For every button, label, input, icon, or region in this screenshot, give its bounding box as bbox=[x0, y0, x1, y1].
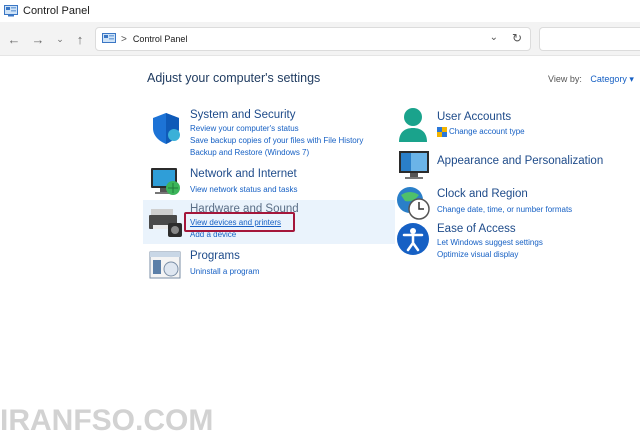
view-by: View by: Category ▾ bbox=[548, 74, 634, 85]
shield-icon bbox=[437, 127, 447, 137]
programs-icon bbox=[149, 251, 181, 279]
chevron-down-icon: ⌄ bbox=[56, 33, 64, 44]
category-system-and-security: System and Security Review your computer… bbox=[190, 109, 363, 159]
category-programs: Programs Uninstall a program bbox=[190, 250, 259, 278]
recent-locations-button[interactable]: ⌄ bbox=[52, 31, 68, 47]
category-appearance: Appearance and Personalization bbox=[437, 155, 603, 167]
search-input[interactable] bbox=[539, 27, 640, 51]
network-and-internet-link[interactable]: Network and Internet bbox=[190, 168, 297, 180]
title-bar: Control Panel bbox=[0, 0, 640, 22]
page-title: Adjust your computer's settings bbox=[147, 71, 321, 85]
chevron-down-icon: ▾ bbox=[629, 74, 634, 84]
refresh-icon[interactable]: ↻ bbox=[512, 31, 522, 45]
suggest-settings-link[interactable]: Let Windows suggest settings bbox=[437, 237, 543, 249]
window-title: Control Panel bbox=[23, 5, 90, 17]
up-button[interactable]: ↑ bbox=[72, 31, 88, 47]
backup-restore-link[interactable]: Backup and Restore (Windows 7) bbox=[190, 147, 363, 159]
network-status-link[interactable]: View network status and tasks bbox=[190, 184, 297, 196]
shield-icon bbox=[153, 113, 180, 144]
file-history-link[interactable]: Save backup copies of your files with Fi… bbox=[190, 135, 363, 147]
navigation-bar: ← → ⌄ ↑ > Control Panel ⌄ ↻ bbox=[0, 22, 640, 56]
ease-of-access-link[interactable]: Ease of Access bbox=[437, 223, 543, 235]
user-accounts-link[interactable]: User Accounts bbox=[437, 111, 525, 123]
arrow-up-icon: ↑ bbox=[76, 31, 84, 47]
arrow-right-icon: → bbox=[31, 31, 45, 47]
highlight-box bbox=[184, 212, 295, 232]
category-ease-of-access: Ease of Access Let Windows suggest setti… bbox=[437, 223, 543, 261]
optimize-display-link[interactable]: Optimize visual display bbox=[437, 249, 543, 261]
appearance-icon bbox=[399, 151, 429, 179]
breadcrumb-separator: > bbox=[121, 33, 127, 45]
back-button[interactable]: ← bbox=[6, 31, 22, 47]
system-and-security-link[interactable]: System and Security bbox=[190, 109, 363, 121]
control-panel-icon bbox=[102, 33, 116, 43]
category-network-and-internet: Network and Internet View network status… bbox=[190, 168, 297, 196]
view-by-label: View by: bbox=[548, 74, 582, 84]
breadcrumb-control-panel[interactable]: Control Panel bbox=[133, 34, 188, 44]
clock-icon bbox=[397, 187, 430, 220]
address-dropdown-icon[interactable]: ⌄ bbox=[490, 32, 498, 43]
forward-button[interactable]: → bbox=[30, 31, 46, 47]
uninstall-program-link[interactable]: Uninstall a program bbox=[190, 266, 259, 278]
user-accounts-icon bbox=[399, 108, 427, 142]
category-clock-and-region: Clock and Region Change date, time, or n… bbox=[437, 188, 572, 216]
watermark: IRANFSO.COM bbox=[0, 404, 214, 437]
view-by-dropdown[interactable]: Category ▾ bbox=[590, 74, 634, 84]
view-by-value: Category bbox=[590, 74, 627, 84]
change-account-type-link[interactable]: Change account type bbox=[449, 126, 525, 138]
appearance-and-personalization-link[interactable]: Appearance and Personalization bbox=[437, 155, 603, 167]
accessibility-icon bbox=[397, 223, 429, 255]
printer-icon bbox=[149, 209, 182, 237]
clock-and-region-link[interactable]: Clock and Region bbox=[437, 188, 572, 200]
control-panel-icon bbox=[4, 5, 18, 17]
review-status-link[interactable]: Review your computer's status bbox=[190, 123, 363, 135]
category-user-accounts: User Accounts Change account type bbox=[437, 111, 525, 138]
arrow-left-icon: ← bbox=[7, 31, 21, 47]
address-bar[interactable]: > Control Panel ⌄ ↻ bbox=[95, 27, 531, 51]
programs-link[interactable]: Programs bbox=[190, 250, 259, 262]
network-globe-icon bbox=[151, 168, 180, 195]
change-formats-link[interactable]: Change date, time, or number formats bbox=[437, 204, 572, 216]
